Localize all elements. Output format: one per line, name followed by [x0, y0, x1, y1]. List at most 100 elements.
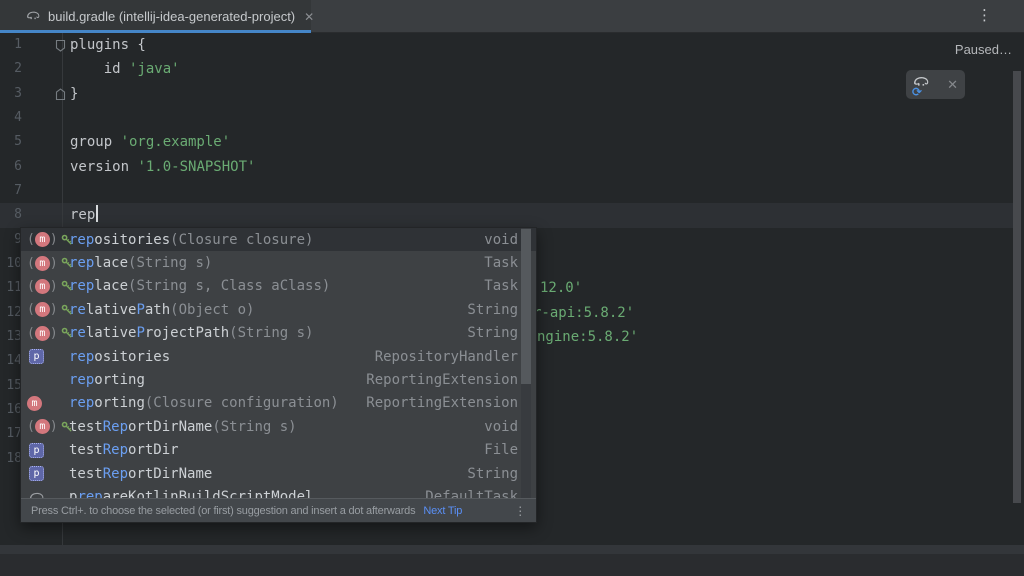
code-text: }	[70, 82, 78, 106]
popup-scrollbar-thumb[interactable]	[521, 229, 531, 384]
completion-item[interactable]: (m)testReportDirName(String s) void	[21, 415, 536, 438]
completion-item[interactable]: (m)relativePath(Object o) String	[21, 298, 536, 321]
completion-type: File	[484, 442, 518, 458]
line-number: 5	[0, 130, 22, 154]
method-icon: m	[27, 396, 69, 411]
completion-name: reporting(Closure configuration)	[69, 395, 339, 411]
code-text: rep	[70, 203, 98, 227]
completion-type: ReportingExtension	[366, 372, 518, 388]
line-number: 1	[0, 33, 22, 57]
completion-list: (m)repositories(Closure closure)void(m)r…	[21, 228, 536, 498]
window-bottom-strip	[0, 554, 1024, 576]
method-icon: (m)	[27, 326, 69, 341]
method-icon: (m)	[27, 302, 69, 317]
code-text: plugins {	[70, 33, 146, 57]
completion-name: repositories(Closure closure)	[69, 232, 313, 248]
code-fragment: 12.0'	[540, 276, 582, 300]
code-text: id 'java'	[70, 57, 180, 81]
more-options-icon[interactable]: ⋮	[977, 7, 992, 25]
completion-type: String	[467, 302, 518, 318]
gradle-sync-icon[interactable]: ⟳	[913, 75, 933, 95]
line-number: 14	[0, 349, 22, 373]
completion-type: RepositoryHandler	[375, 349, 518, 365]
line-number: 17	[0, 422, 22, 446]
line-number: 11	[0, 276, 22, 300]
completion-type: String	[467, 466, 518, 482]
completion-item[interactable]: (m)replace(String s, Class aClass) Task	[21, 275, 536, 298]
line-number: 8	[0, 203, 22, 227]
line-number: 4	[0, 106, 22, 130]
line-number: 6	[0, 155, 22, 179]
completion-item[interactable]: (m)relativeProjectPath(String s)String	[21, 322, 536, 345]
property-icon: p	[27, 466, 69, 481]
completion-name: repositories	[69, 349, 170, 365]
editor-scrollbar[interactable]	[1013, 71, 1021, 503]
completion-name: testReportDir	[69, 442, 179, 458]
code-text: version '1.0-SNAPSHOT'	[70, 155, 255, 179]
panel-close-icon[interactable]: ✕	[947, 77, 958, 93]
completion-name: replace(String s, Class aClass)	[69, 278, 330, 294]
completion-type: void	[484, 419, 518, 435]
code-line: 7	[0, 179, 1024, 203]
fold-marker-icon[interactable]	[54, 39, 67, 52]
code-fragment: ngine:5.8.2'	[537, 325, 638, 349]
completion-item[interactable]: reporting ReportingExtension	[21, 368, 536, 391]
completion-name: testReportDirName	[69, 466, 212, 482]
method-icon: (m)	[27, 279, 69, 294]
code-line: 1 plugins {	[0, 33, 1024, 57]
completion-item[interactable]: ptestReportDirName String	[21, 462, 536, 485]
completion-type: Task	[484, 255, 518, 271]
completion-name: prepareKotlinBuildScriptModel	[69, 489, 313, 498]
code-fragment: r-api:5.8.2'	[533, 301, 634, 325]
line-number: 15	[0, 374, 22, 398]
code-line: 3}	[0, 82, 1024, 106]
completion-item[interactable]: (m)repositories(Closure closure)void	[21, 228, 536, 251]
completion-item[interactable]: mreporting(Closure configuration) Reporti…	[21, 392, 536, 415]
editor-bottom-strip	[0, 545, 1024, 554]
sync-arrows-icon: ⟳	[912, 86, 922, 98]
code-line: 6 version '1.0-SNAPSHOT'	[0, 155, 1024, 179]
completion-item[interactable]: (m)replace(String s)Task	[21, 251, 536, 274]
code-line: 2 id 'java'	[0, 57, 1024, 81]
code-line: 4	[0, 106, 1024, 130]
completion-type: ReportingExtension	[366, 395, 518, 411]
completion-type: DefaultTask	[425, 489, 518, 498]
code-line: 5 group 'org.example'	[0, 130, 1024, 154]
line-number: 2	[0, 57, 22, 81]
property-icon: p	[27, 349, 69, 364]
completion-item[interactable]: prepositories RepositoryHandler	[21, 345, 536, 368]
method-icon: (m)	[27, 419, 69, 434]
tab-build-gradle[interactable]: build.gradle (intellij-idea-generated-pr…	[0, 0, 311, 33]
line-number: 18	[0, 447, 22, 471]
completion-type: Task	[484, 278, 518, 294]
line-number: 13	[0, 325, 22, 349]
completion-hint-bar: Press Ctrl+. to choose the selected (or …	[21, 498, 536, 522]
property-icon: p	[27, 443, 69, 458]
code-text: group 'org.example'	[70, 130, 230, 154]
editor-tab-bar: build.gradle (intellij-idea-generated-pr…	[0, 0, 1024, 33]
line-number: 7	[0, 179, 22, 203]
next-tip-link[interactable]: Next Tip	[423, 505, 462, 517]
line-number: 10	[0, 252, 22, 276]
completion-name: testReportDirName(String s)	[69, 419, 297, 435]
fold-marker-icon[interactable]	[54, 88, 67, 101]
line-number: 3	[0, 82, 22, 106]
method-icon: (m)	[27, 232, 69, 247]
gradle-task-icon	[27, 491, 69, 498]
gradle-reload-panel: ⟳ ✕	[906, 70, 965, 99]
completion-popup: (m)repositories(Closure closure)void(m)r…	[20, 227, 537, 523]
hint-menu-icon[interactable]: ⋮	[510, 504, 530, 518]
text-caret	[96, 205, 98, 222]
completion-name: reporting	[69, 372, 145, 388]
paused-status: Paused…	[955, 42, 1012, 57]
completion-name: relativePath(Object o)	[69, 302, 254, 318]
line-number: 12	[0, 301, 22, 325]
completion-item[interactable]: ptestReportDir File	[21, 439, 536, 462]
completion-item[interactable]: prepareKotlinBuildScriptModel DefaultTask	[21, 485, 536, 498]
hint-text: Press Ctrl+. to choose the selected (or …	[31, 505, 415, 517]
completion-name: relativeProjectPath(String s)	[69, 325, 313, 341]
line-number: 9	[0, 228, 22, 252]
method-icon: (m)	[27, 256, 69, 271]
tab-close-icon[interactable]: ✕	[304, 10, 314, 24]
line-number: 16	[0, 398, 22, 422]
